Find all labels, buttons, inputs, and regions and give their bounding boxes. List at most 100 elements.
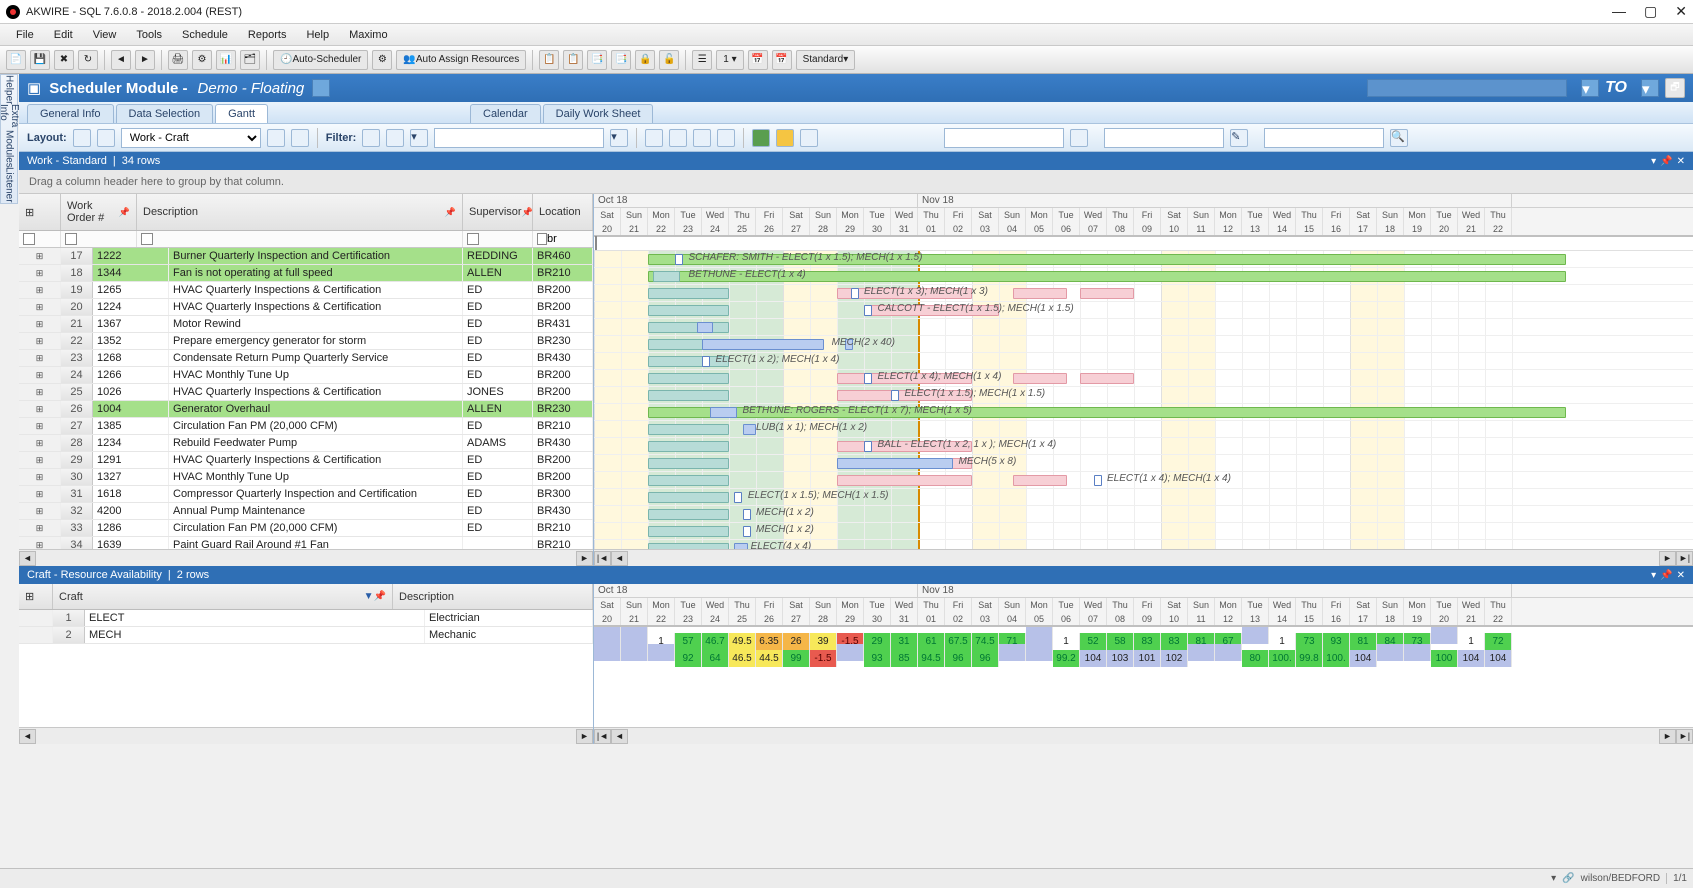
work-row[interactable]: ⊞311618Compressor Quarterly Inspection a… — [19, 486, 593, 503]
craft-row[interactable]: 2MECHMechanic — [19, 627, 593, 644]
filter-input[interactable] — [434, 128, 604, 148]
gantt-row[interactable]: CALCOTT - ELECT(1 x 1.5); MECH(1 x 1.5) — [594, 302, 1693, 319]
tree-icon[interactable]: 🗂 — [240, 50, 260, 70]
craft-close-icon[interactable]: ✕ — [1677, 570, 1685, 581]
search-icon[interactable]: 🔍 — [1390, 129, 1408, 147]
scroll-left-icon[interactable]: ◄ — [19, 551, 36, 566]
gantt-bar[interactable] — [864, 305, 872, 316]
maximize-button[interactable]: ▢ — [1644, 3, 1657, 20]
gantt-bar[interactable] — [734, 492, 742, 503]
col-expander[interactable]: ⊞ — [19, 194, 61, 230]
work-row[interactable]: ⊞271385Circulation Fan PM (20,000 CFM)ED… — [19, 418, 593, 435]
gantt-bar[interactable] — [702, 356, 710, 367]
filter-edit-icon[interactable] — [386, 129, 404, 147]
new-icon[interactable]: 📄 — [6, 50, 26, 70]
work-row[interactable]: ⊞231268Condensate Return Pump Quarterly … — [19, 350, 593, 367]
search-input-2[interactable] — [1104, 128, 1224, 148]
work-row[interactable]: ⊞191265HVAC Quarterly Inspections & Cert… — [19, 282, 593, 299]
gantt-bar[interactable] — [734, 543, 748, 549]
filter-dd-icon[interactable]: ▾ — [410, 129, 428, 147]
group-hint[interactable]: Drag a column header here to group by th… — [19, 170, 1693, 194]
gantt-last-icon[interactable]: ►| — [1676, 551, 1693, 566]
lock-icon[interactable]: 🔒 — [635, 50, 655, 70]
status-link-icon[interactable]: 🔗 — [1562, 873, 1574, 884]
gantt-row[interactable]: ELECT(1 x 4); MECH(1 x 4) — [594, 472, 1693, 489]
gantt-row[interactable]: MECH(1 x 2) — [594, 506, 1693, 523]
tb-x2[interactable] — [669, 129, 687, 147]
work-grid-body[interactable]: ⊞171222Burner Quarterly Inspection and C… — [19, 248, 593, 549]
chart-icon[interactable]: 📊 — [216, 50, 236, 70]
filter-loc-input[interactable] — [547, 233, 588, 245]
gantt-bar[interactable] — [851, 288, 859, 299]
gantt-bar[interactable] — [702, 339, 824, 350]
layout-btn3[interactable] — [267, 129, 285, 147]
tb-c-icon[interactable]: 📑 — [587, 50, 607, 70]
excel-icon[interactable] — [752, 129, 770, 147]
gantt-chart[interactable]: Oct 18Nov 18 SatSunMonTueWedThuFriSatSun… — [594, 194, 1693, 566]
to-dd2[interactable]: ▾ — [1641, 79, 1659, 97]
to-action-icon[interactable]: 🗗 — [1665, 78, 1685, 98]
work-row[interactable]: ⊞181344Fan is not operating at full spee… — [19, 265, 593, 282]
customize-icon[interactable]: ⚙ — [192, 50, 212, 70]
work-row[interactable]: ⊞221352Prepare emergency generator for s… — [19, 333, 593, 350]
gantt-prev-icon[interactable]: ◄ — [611, 551, 628, 566]
gantt-bar[interactable] — [648, 373, 729, 384]
gantt-bar[interactable] — [648, 441, 729, 452]
layout-btn2[interactable] — [97, 129, 115, 147]
gantt-filter-icon[interactable] — [595, 236, 597, 250]
gantt-bar[interactable] — [710, 407, 737, 418]
work-grid-hscroll[interactable]: ◄► — [19, 549, 593, 566]
gantt-row[interactable]: BETHUNE - ELECT(1 x 4) — [594, 268, 1693, 285]
col-supervisor[interactable]: Supervisor📌 — [463, 194, 533, 230]
filter-toggle-icon[interactable] — [23, 233, 35, 245]
tb-b-icon[interactable]: 📋 — [563, 50, 583, 70]
craft-col-exp[interactable]: ⊞ — [19, 584, 53, 609]
gantt-row[interactable]: ELECT(1 x 3); MECH(1 x 3) — [594, 285, 1693, 302]
work-row[interactable]: ⊞291291HVAC Quarterly Inspections & Cert… — [19, 452, 593, 469]
menu-maximo[interactable]: Maximo — [341, 27, 396, 43]
filter-go-icon[interactable]: ▾ — [610, 129, 628, 147]
gantt-bar[interactable] — [891, 390, 899, 401]
gantt-row[interactable]: MECH(2 x 40) — [594, 336, 1693, 353]
craft-pin-icon[interactable]: 📌 — [1660, 570, 1672, 581]
side-tab-strip[interactable]: HelperExtra InfoModulesListener — [0, 74, 18, 204]
gantt-row[interactable]: MECH(5 x 8) — [594, 455, 1693, 472]
work-row[interactable]: ⊞261004Generator OverhaulALLENBR230 — [19, 401, 593, 418]
gear-icon[interactable]: ⚙ — [372, 50, 392, 70]
gantt-first-icon[interactable]: |◄ — [594, 551, 611, 566]
gantt-row[interactable]: ELECT(1 x 2); MECH(1 x 4) — [594, 353, 1693, 370]
gantt-bar[interactable] — [864, 373, 872, 384]
search-go-1[interactable] — [1070, 129, 1088, 147]
filter-sup[interactable] — [467, 233, 479, 245]
close-button[interactable]: ✕ — [1675, 3, 1687, 20]
gantt-bar[interactable] — [864, 441, 872, 452]
status-dd-icon[interactable]: ▾ — [1551, 873, 1556, 884]
auto-scheduler-button[interactable]: 🕘 Auto-Scheduler — [273, 50, 368, 70]
menu-tools[interactable]: Tools — [128, 27, 170, 43]
panel-close-icon[interactable]: ✕ — [1677, 156, 1685, 167]
gantt-bar[interactable] — [1013, 373, 1067, 384]
menu-help[interactable]: Help — [298, 27, 337, 43]
work-row[interactable]: ⊞301327HVAC Monthly Tune UpEDBR200 — [19, 469, 593, 486]
pencil-icon[interactable]: ✎ — [1230, 129, 1248, 147]
cal2-icon[interactable]: 📅 — [772, 50, 792, 70]
gantt-bar[interactable] — [648, 322, 729, 333]
filter-wo[interactable] — [65, 233, 77, 245]
tab-daily-work-sheet[interactable]: Daily Work Sheet — [543, 104, 654, 123]
gantt-bar[interactable] — [837, 475, 972, 486]
craft-min-icon[interactable]: ▾ — [1651, 570, 1656, 581]
tb-d-icon[interactable]: 📑 — [611, 50, 631, 70]
gantt-bar[interactable] — [648, 458, 729, 469]
menu-file[interactable]: File — [8, 27, 42, 43]
tab-general-info[interactable]: General Info — [27, 104, 114, 123]
expand-icon[interactable]: ▣ — [27, 79, 41, 97]
gantt-bar[interactable] — [1013, 475, 1067, 486]
print-icon[interactable]: 🖨 — [168, 50, 188, 70]
list-icon[interactable]: ☰ — [692, 50, 712, 70]
delete-icon[interactable]: ✖ — [54, 50, 74, 70]
gantt-bar[interactable] — [648, 288, 729, 299]
gantt-row[interactable]: ELECT(1 x 1.5); MECH(1 x 1.5) — [594, 387, 1693, 404]
craft-row[interactable]: 1ELECTElectrician — [19, 610, 593, 627]
to-dd1-arrow[interactable]: ▾ — [1581, 79, 1599, 97]
gantt-bar[interactable] — [697, 322, 713, 333]
